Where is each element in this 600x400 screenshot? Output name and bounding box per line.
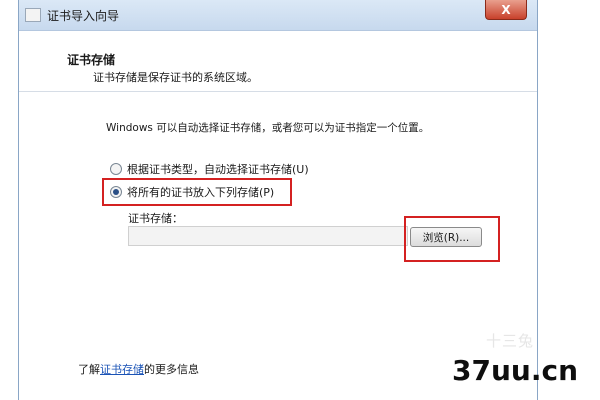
wizard-header: 证书存储 证书存储是保存证书的系统区域。	[19, 31, 537, 92]
learn-more-suffix: 的更多信息	[144, 363, 199, 376]
learn-more-row: 了解证书存储的更多信息	[78, 361, 199, 377]
close-button[interactable]: X	[485, 0, 527, 20]
radio-place-in-store-label: 将所有的证书放入下列存储(P)	[127, 186, 275, 199]
watermark-logo: 37uu.cn	[452, 354, 578, 387]
watermark-faint-text: 十三兔	[486, 332, 535, 350]
intro-text: Windows 可以自动选择证书存储，或者您可以为证书指定一个位置。	[106, 122, 430, 134]
radio-button[interactable]	[110, 163, 122, 175]
window-icon	[25, 8, 41, 22]
radio-auto-select-label: 根据证书类型，自动选择证书存储(U)	[127, 163, 309, 176]
page-title: 证书存储	[67, 53, 116, 67]
page-description: 证书存储是保存证书的系统区域。	[93, 71, 258, 84]
certificate-store-field[interactable]	[128, 226, 408, 246]
window-title: 证书导入向导	[47, 9, 120, 23]
radio-auto-select[interactable]: 根据证书类型，自动选择证书存储(U)	[110, 160, 309, 178]
radio-button-selected[interactable]	[110, 186, 122, 198]
learn-more-link[interactable]: 证书存储	[100, 363, 144, 376]
browse-button[interactable]: 浏览(R)...	[410, 227, 482, 247]
radio-place-in-store[interactable]: 将所有的证书放入下列存储(P)	[110, 183, 274, 201]
title-bar: 证书导入向导 X	[19, 0, 537, 31]
certificate-store-label: 证书存储：	[128, 212, 183, 225]
learn-more-prefix: 了解	[78, 363, 100, 376]
